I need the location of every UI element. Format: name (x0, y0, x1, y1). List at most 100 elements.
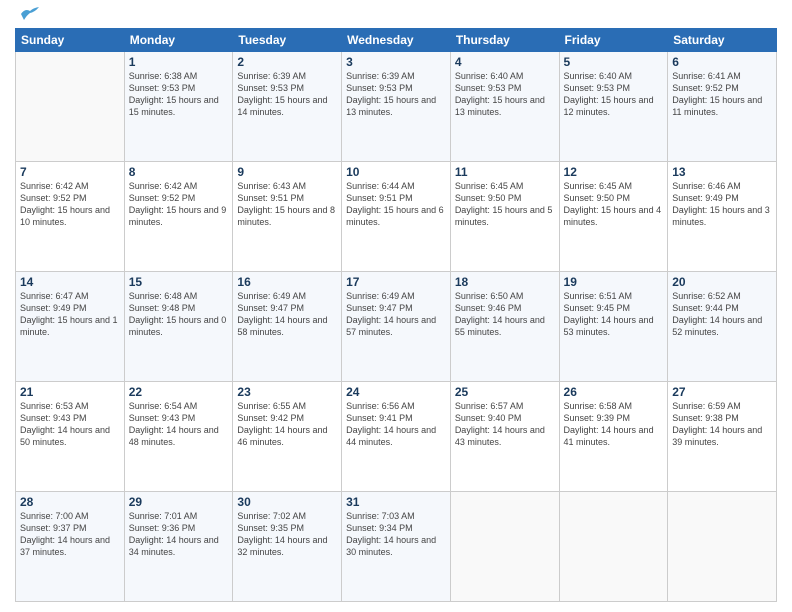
day-header-saturday: Saturday (668, 29, 777, 52)
day-number: 15 (129, 275, 229, 289)
calendar-cell: 27Sunrise: 6:59 AMSunset: 9:38 PMDayligh… (668, 382, 777, 492)
day-number: 2 (237, 55, 337, 69)
week-row-5: 28Sunrise: 7:00 AMSunset: 9:37 PMDayligh… (16, 492, 777, 602)
cell-info: Sunrise: 6:40 AMSunset: 9:53 PMDaylight:… (455, 70, 555, 119)
week-row-2: 7Sunrise: 6:42 AMSunset: 9:52 PMDaylight… (16, 162, 777, 272)
day-header-wednesday: Wednesday (342, 29, 451, 52)
cell-info: Sunrise: 6:46 AMSunset: 9:49 PMDaylight:… (672, 180, 772, 229)
cell-info: Sunrise: 6:50 AMSunset: 9:46 PMDaylight:… (455, 290, 555, 339)
calendar-cell: 9Sunrise: 6:43 AMSunset: 9:51 PMDaylight… (233, 162, 342, 272)
calendar-cell: 24Sunrise: 6:56 AMSunset: 9:41 PMDayligh… (342, 382, 451, 492)
week-row-1: 1Sunrise: 6:38 AMSunset: 9:53 PMDaylight… (16, 52, 777, 162)
cell-info: Sunrise: 6:59 AMSunset: 9:38 PMDaylight:… (672, 400, 772, 449)
calendar-cell: 1Sunrise: 6:38 AMSunset: 9:53 PMDaylight… (124, 52, 233, 162)
cell-info: Sunrise: 6:57 AMSunset: 9:40 PMDaylight:… (455, 400, 555, 449)
calendar-cell: 25Sunrise: 6:57 AMSunset: 9:40 PMDayligh… (450, 382, 559, 492)
cell-info: Sunrise: 6:48 AMSunset: 9:48 PMDaylight:… (129, 290, 229, 339)
day-number: 1 (129, 55, 229, 69)
day-number: 11 (455, 165, 555, 179)
calendar-cell: 29Sunrise: 7:01 AMSunset: 9:36 PMDayligh… (124, 492, 233, 602)
cell-info: Sunrise: 6:41 AMSunset: 9:52 PMDaylight:… (672, 70, 772, 119)
cell-info: Sunrise: 6:45 AMSunset: 9:50 PMDaylight:… (564, 180, 664, 229)
calendar: SundayMondayTuesdayWednesdayThursdayFrid… (15, 28, 777, 602)
day-number: 18 (455, 275, 555, 289)
day-number: 20 (672, 275, 772, 289)
day-number: 8 (129, 165, 229, 179)
cell-info: Sunrise: 6:38 AMSunset: 9:53 PMDaylight:… (129, 70, 229, 119)
calendar-cell: 12Sunrise: 6:45 AMSunset: 9:50 PMDayligh… (559, 162, 668, 272)
calendar-cell: 14Sunrise: 6:47 AMSunset: 9:49 PMDayligh… (16, 272, 125, 382)
day-number: 26 (564, 385, 664, 399)
calendar-cell: 20Sunrise: 6:52 AMSunset: 9:44 PMDayligh… (668, 272, 777, 382)
calendar-cell: 23Sunrise: 6:55 AMSunset: 9:42 PMDayligh… (233, 382, 342, 492)
calendar-cell: 17Sunrise: 6:49 AMSunset: 9:47 PMDayligh… (342, 272, 451, 382)
cell-info: Sunrise: 6:52 AMSunset: 9:44 PMDaylight:… (672, 290, 772, 339)
day-number: 25 (455, 385, 555, 399)
day-number: 30 (237, 495, 337, 509)
calendar-body: 1Sunrise: 6:38 AMSunset: 9:53 PMDaylight… (16, 52, 777, 602)
day-number: 3 (346, 55, 446, 69)
cell-info: Sunrise: 6:51 AMSunset: 9:45 PMDaylight:… (564, 290, 664, 339)
cell-info: Sunrise: 6:47 AMSunset: 9:49 PMDaylight:… (20, 290, 120, 339)
day-number: 19 (564, 275, 664, 289)
day-number: 12 (564, 165, 664, 179)
day-number: 27 (672, 385, 772, 399)
day-header-thursday: Thursday (450, 29, 559, 52)
calendar-cell: 4Sunrise: 6:40 AMSunset: 9:53 PMDaylight… (450, 52, 559, 162)
cell-info: Sunrise: 6:53 AMSunset: 9:43 PMDaylight:… (20, 400, 120, 449)
calendar-cell (16, 52, 125, 162)
day-number: 16 (237, 275, 337, 289)
day-number: 13 (672, 165, 772, 179)
calendar-cell: 31Sunrise: 7:03 AMSunset: 9:34 PMDayligh… (342, 492, 451, 602)
calendar-cell: 28Sunrise: 7:00 AMSunset: 9:37 PMDayligh… (16, 492, 125, 602)
day-number: 17 (346, 275, 446, 289)
calendar-cell: 15Sunrise: 6:48 AMSunset: 9:48 PMDayligh… (124, 272, 233, 382)
day-header-monday: Monday (124, 29, 233, 52)
calendar-cell: 2Sunrise: 6:39 AMSunset: 9:53 PMDaylight… (233, 52, 342, 162)
day-number: 31 (346, 495, 446, 509)
cell-info: Sunrise: 6:43 AMSunset: 9:51 PMDaylight:… (237, 180, 337, 229)
cell-info: Sunrise: 6:49 AMSunset: 9:47 PMDaylight:… (346, 290, 446, 339)
day-header-sunday: Sunday (16, 29, 125, 52)
calendar-cell: 19Sunrise: 6:51 AMSunset: 9:45 PMDayligh… (559, 272, 668, 382)
cell-info: Sunrise: 6:44 AMSunset: 9:51 PMDaylight:… (346, 180, 446, 229)
calendar-cell: 6Sunrise: 6:41 AMSunset: 9:52 PMDaylight… (668, 52, 777, 162)
day-number: 14 (20, 275, 120, 289)
calendar-header: SundayMondayTuesdayWednesdayThursdayFrid… (16, 29, 777, 52)
calendar-cell: 13Sunrise: 6:46 AMSunset: 9:49 PMDayligh… (668, 162, 777, 272)
cell-info: Sunrise: 6:54 AMSunset: 9:43 PMDaylight:… (129, 400, 229, 449)
week-row-4: 21Sunrise: 6:53 AMSunset: 9:43 PMDayligh… (16, 382, 777, 492)
calendar-cell: 3Sunrise: 6:39 AMSunset: 9:53 PMDaylight… (342, 52, 451, 162)
cell-info: Sunrise: 6:56 AMSunset: 9:41 PMDaylight:… (346, 400, 446, 449)
day-number: 29 (129, 495, 229, 509)
day-number: 4 (455, 55, 555, 69)
cell-info: Sunrise: 6:42 AMSunset: 9:52 PMDaylight:… (20, 180, 120, 229)
calendar-cell: 21Sunrise: 6:53 AMSunset: 9:43 PMDayligh… (16, 382, 125, 492)
cell-info: Sunrise: 7:03 AMSunset: 9:34 PMDaylight:… (346, 510, 446, 559)
cell-info: Sunrise: 6:39 AMSunset: 9:53 PMDaylight:… (346, 70, 446, 119)
day-number: 5 (564, 55, 664, 69)
cell-info: Sunrise: 6:39 AMSunset: 9:53 PMDaylight:… (237, 70, 337, 119)
day-header-tuesday: Tuesday (233, 29, 342, 52)
header-row: SundayMondayTuesdayWednesdayThursdayFrid… (16, 29, 777, 52)
calendar-cell: 10Sunrise: 6:44 AMSunset: 9:51 PMDayligh… (342, 162, 451, 272)
week-row-3: 14Sunrise: 6:47 AMSunset: 9:49 PMDayligh… (16, 272, 777, 382)
cell-info: Sunrise: 7:01 AMSunset: 9:36 PMDaylight:… (129, 510, 229, 559)
cell-info: Sunrise: 6:40 AMSunset: 9:53 PMDaylight:… (564, 70, 664, 119)
calendar-cell: 18Sunrise: 6:50 AMSunset: 9:46 PMDayligh… (450, 272, 559, 382)
logo-bird-icon (19, 6, 41, 22)
cell-info: Sunrise: 6:58 AMSunset: 9:39 PMDaylight:… (564, 400, 664, 449)
calendar-cell: 8Sunrise: 6:42 AMSunset: 9:52 PMDaylight… (124, 162, 233, 272)
cell-info: Sunrise: 6:49 AMSunset: 9:47 PMDaylight:… (237, 290, 337, 339)
day-number: 9 (237, 165, 337, 179)
day-number: 24 (346, 385, 446, 399)
calendar-cell (668, 492, 777, 602)
cell-info: Sunrise: 6:42 AMSunset: 9:52 PMDaylight:… (129, 180, 229, 229)
day-number: 7 (20, 165, 120, 179)
calendar-cell: 11Sunrise: 6:45 AMSunset: 9:50 PMDayligh… (450, 162, 559, 272)
day-number: 6 (672, 55, 772, 69)
cell-info: Sunrise: 6:45 AMSunset: 9:50 PMDaylight:… (455, 180, 555, 229)
day-number: 10 (346, 165, 446, 179)
calendar-cell: 5Sunrise: 6:40 AMSunset: 9:53 PMDaylight… (559, 52, 668, 162)
calendar-cell: 30Sunrise: 7:02 AMSunset: 9:35 PMDayligh… (233, 492, 342, 602)
